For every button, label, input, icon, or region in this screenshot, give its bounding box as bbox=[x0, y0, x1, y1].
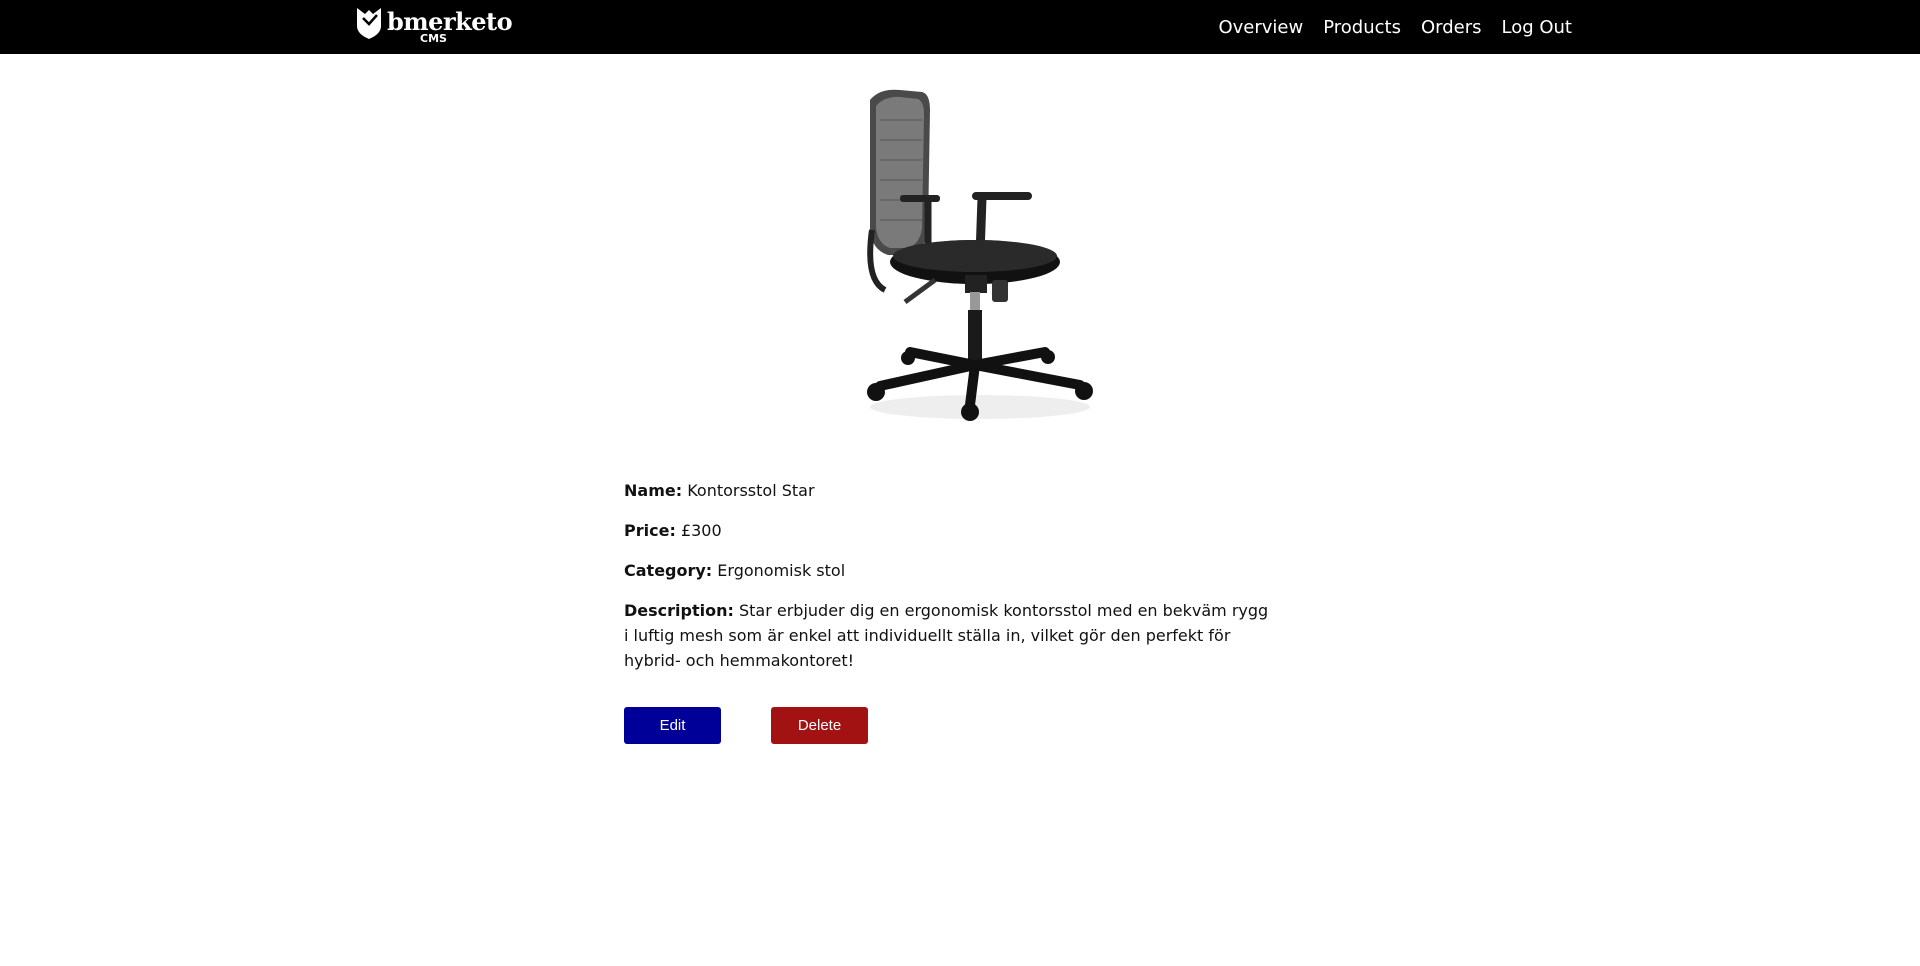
product-price: £300 bbox=[680, 521, 722, 540]
nav-orders[interactable]: Orders bbox=[1421, 17, 1482, 38]
description-label: Description: bbox=[624, 601, 734, 620]
product-image bbox=[867, 89, 1093, 421]
product-name: Kontorsstol Star bbox=[687, 481, 815, 500]
product-details: Name: Kontorsstol Star Price: £300 Categ… bbox=[624, 478, 1274, 688]
delete-button[interactable]: Delete bbox=[771, 707, 868, 744]
product-category: Ergonomisk stol bbox=[717, 561, 846, 580]
product-category-row: Category: Ergonomisk stol bbox=[624, 558, 1274, 583]
nav-overview[interactable]: Overview bbox=[1218, 17, 1303, 38]
product-description-row: Description: Star erbjuder dig en ergono… bbox=[624, 598, 1274, 673]
main-nav: Overview Products Orders Log Out bbox=[1218, 0, 1572, 54]
top-navbar: bmerketo CMS Overview Products Orders Lo… bbox=[0, 0, 1920, 54]
product-name-row: Name: Kontorsstol Star bbox=[624, 478, 1274, 503]
edit-button[interactable]: Edit bbox=[624, 707, 721, 744]
shield-logo-icon bbox=[357, 8, 381, 39]
brand-sub: CMS bbox=[420, 32, 447, 45]
brand-logo[interactable]: bmerketo CMS bbox=[355, 6, 513, 48]
brand-name: bmerketo bbox=[387, 7, 513, 36]
price-label: Price: bbox=[624, 521, 676, 540]
nav-products[interactable]: Products bbox=[1323, 17, 1401, 38]
name-label: Name: bbox=[624, 481, 683, 500]
category-label: Category: bbox=[624, 561, 713, 580]
brand-wordmark: bmerketo CMS bbox=[387, 6, 513, 48]
nav-logout[interactable]: Log Out bbox=[1501, 17, 1572, 38]
product-price-row: Price: £300 bbox=[624, 518, 1274, 543]
